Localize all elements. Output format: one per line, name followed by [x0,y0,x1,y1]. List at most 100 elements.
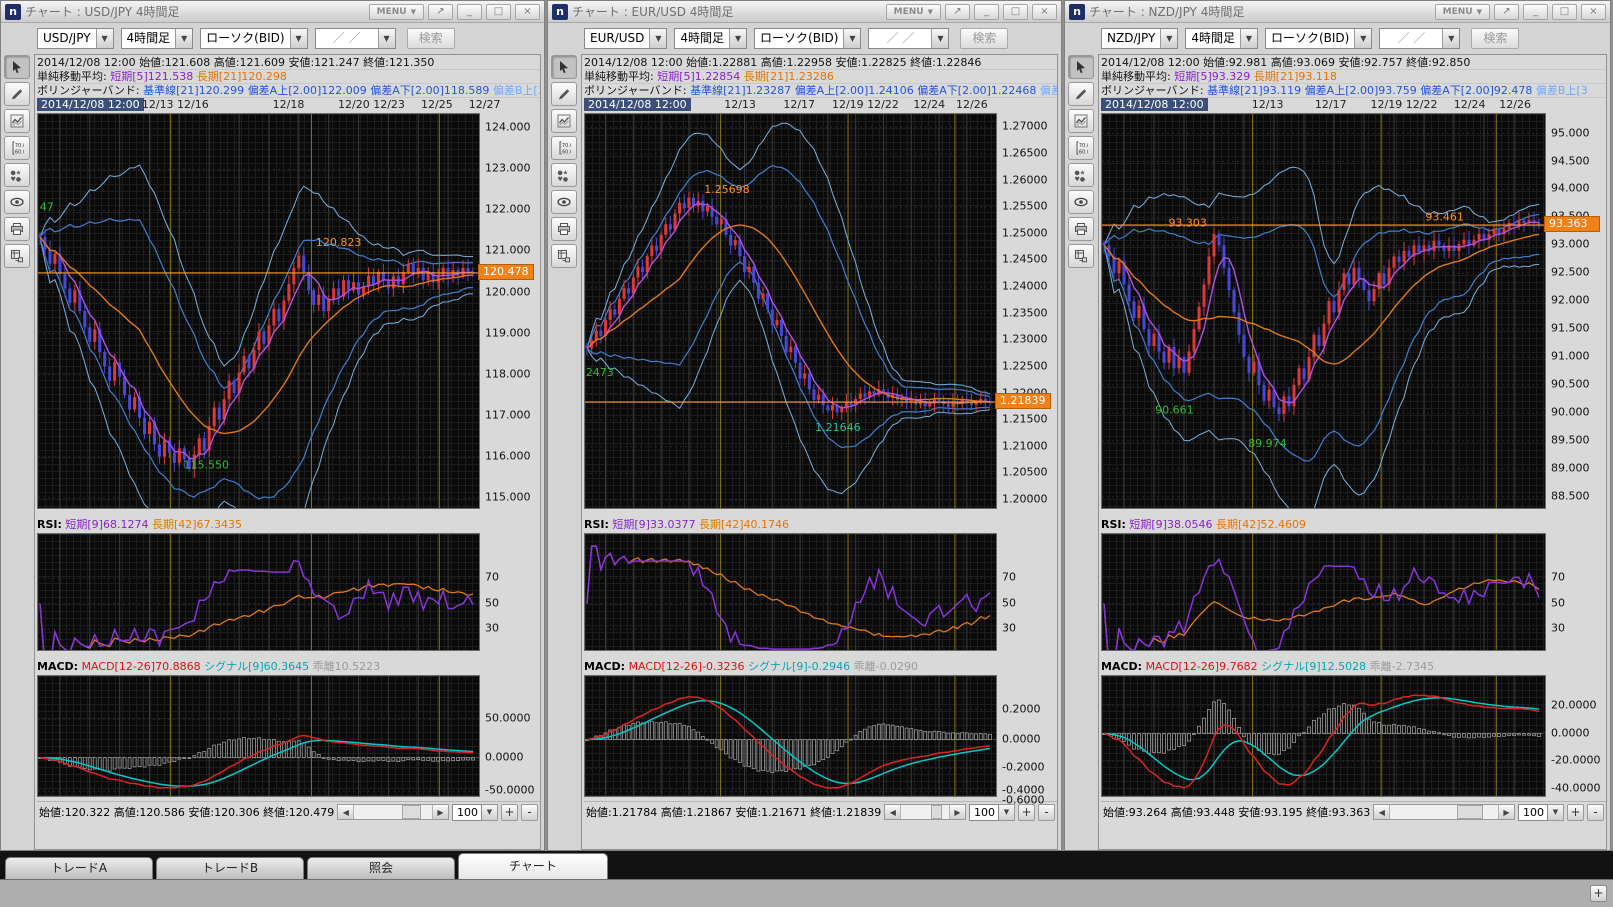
maximize-button[interactable]: □ [486,4,511,20]
minimize-button[interactable]: _ [974,4,999,20]
timeframe-select[interactable]: 4時間足 ▼ [121,28,194,49]
tab-照会[interactable]: 照会 [307,857,455,879]
pencil-tool[interactable] [4,82,30,106]
price-scale-tool[interactable]: 70.060.0 [551,136,577,160]
macd-chart[interactable] [584,675,997,797]
date-select[interactable]: ／ ／ ▼ [1379,28,1460,49]
chevron-down-icon[interactable]: ▼ [378,29,395,48]
scrollbar-thumb[interactable] [402,805,421,819]
price-scale-tool[interactable]: 70.060.0 [4,136,30,160]
indicator-chart-tool[interactable] [1068,109,1094,133]
zoom-select[interactable]: 100 ▼ [1518,804,1564,821]
export-data-tool[interactable] [4,244,30,268]
close-button[interactable]: × [515,4,540,20]
search-button[interactable]: 検索 [1471,28,1519,49]
candlestick-chart[interactable]: 24731.256981.21646 [584,113,997,509]
popout-button[interactable]: ↗ [945,4,970,20]
symbols-tool[interactable]: ●★♥● [4,163,30,187]
chevron-down-icon[interactable]: ▼ [1354,29,1371,48]
export-data-tool[interactable] [551,244,577,268]
chart-style-select[interactable]: ローソク(BID) ▼ [754,28,861,49]
chart-style-select[interactable]: ローソク(BID) ▼ [1265,28,1372,49]
chevron-down-icon[interactable]: ▼ [729,29,746,48]
scroll-left-icon[interactable]: ◀ [1374,805,1390,819]
search-button[interactable]: 検索 [960,28,1008,49]
cursor-tool[interactable] [1068,55,1094,79]
indicator-chart-tool[interactable] [551,109,577,133]
symbols-tool[interactable]: ●★♥● [551,163,577,187]
minimize-button[interactable]: _ [457,4,482,20]
chevron-down-icon[interactable]: ▼ [1548,804,1564,821]
scroll-right-icon[interactable]: ▶ [432,805,448,819]
macd-chart[interactable] [37,675,480,797]
scroll-left-icon[interactable]: ◀ [885,805,901,819]
chevron-down-icon[interactable]: ▼ [649,29,666,48]
timeframe-select[interactable]: 4時間足 ▼ [674,28,747,49]
print-tool[interactable] [1068,217,1094,241]
rsi-chart[interactable] [1101,533,1546,651]
candlestick-chart[interactable]: 47120.823115.550 [37,113,480,509]
window-titlebar[interactable]: n チャート : USD/JPY 4時間足 MENU ▼ ↗ _ □ × [1,1,544,23]
zoom-out-button[interactable]: - [1587,804,1604,821]
chart-scrollbar[interactable]: ◀ ▶ [1373,804,1515,820]
chevron-down-icon[interactable]: ▼ [1160,29,1177,48]
scroll-right-icon[interactable]: ▶ [1498,805,1514,819]
chart-scrollbar[interactable]: ◀ ▶ [884,804,966,820]
price-scale-tool[interactable]: 70.060.0 [1068,136,1094,160]
symbol-select[interactable]: USD/JPY ▼ [37,28,114,49]
scrollbar-track[interactable] [354,805,432,819]
maximize-button[interactable]: □ [1003,4,1028,20]
tab-トレードB[interactable]: トレードB [156,857,304,879]
menu-button[interactable]: MENU ▼ [369,4,424,20]
export-data-tool[interactable] [1068,244,1094,268]
scrollbar-thumb[interactable] [1457,805,1483,819]
zoom-select[interactable]: 100 ▼ [452,804,498,821]
scrollbar-track[interactable] [901,805,949,819]
window-titlebar[interactable]: n チャート : NZD/JPY 4時間足 MENU ▼ ↗ _ □ × [1065,1,1610,23]
pencil-tool[interactable] [551,82,577,106]
chevron-down-icon[interactable]: ▼ [482,804,498,821]
visibility-tool[interactable] [1068,190,1094,214]
cursor-tool[interactable] [551,55,577,79]
chevron-down-icon[interactable]: ▼ [843,29,860,48]
search-button[interactable]: 検索 [407,28,455,49]
chevron-down-icon[interactable]: ▼ [290,29,307,48]
print-tool[interactable] [551,217,577,241]
popout-button[interactable]: ↗ [1494,4,1519,20]
chart-scrollbar[interactable]: ◀ ▶ [337,804,449,820]
add-window-button[interactable]: + [1590,885,1607,902]
rsi-chart[interactable] [37,533,480,651]
scrollbar-thumb[interactable] [931,805,942,819]
chevron-down-icon[interactable]: ▼ [1240,29,1257,48]
scroll-left-icon[interactable]: ◀ [338,805,354,819]
chevron-down-icon[interactable]: ▼ [1442,29,1459,48]
indicator-chart-tool[interactable] [4,109,30,133]
zoom-in-button[interactable]: + [501,804,518,821]
chevron-down-icon[interactable]: ▼ [175,29,192,48]
timeframe-select[interactable]: 4時間足 ▼ [1185,28,1258,49]
menu-button[interactable]: MENU ▼ [1435,4,1490,20]
symbol-select[interactable]: EUR/USD ▼ [584,28,667,49]
minimize-button[interactable]: _ [1523,4,1548,20]
symbols-tool[interactable]: ●★♥● [1068,163,1094,187]
macd-chart[interactable] [1101,675,1546,797]
close-button[interactable]: × [1581,4,1606,20]
pencil-tool[interactable] [1068,82,1094,106]
maximize-button[interactable]: □ [1552,4,1577,20]
visibility-tool[interactable] [551,190,577,214]
chevron-down-icon[interactable]: ▼ [96,29,113,48]
rsi-chart[interactable] [584,533,997,651]
date-select[interactable]: ／ ／ ▼ [315,28,396,49]
window-titlebar[interactable]: n チャート : EUR/USD 4時間足 MENU ▼ ↗ _ □ × [548,1,1061,23]
print-tool[interactable] [4,217,30,241]
zoom-out-button[interactable]: - [521,804,538,821]
scrollbar-track[interactable] [1390,805,1498,819]
visibility-tool[interactable] [4,190,30,214]
cursor-tool[interactable] [4,55,30,79]
chevron-down-icon[interactable]: ▼ [931,29,948,48]
tab-トレードA[interactable]: トレードA [5,857,153,879]
candlestick-chart[interactable]: 93.30393.46190.66189.974 [1101,113,1546,509]
chart-style-select[interactable]: ローソク(BID) ▼ [200,28,307,49]
date-select[interactable]: ／ ／ ▼ [868,28,949,49]
menu-button[interactable]: MENU ▼ [886,4,941,20]
